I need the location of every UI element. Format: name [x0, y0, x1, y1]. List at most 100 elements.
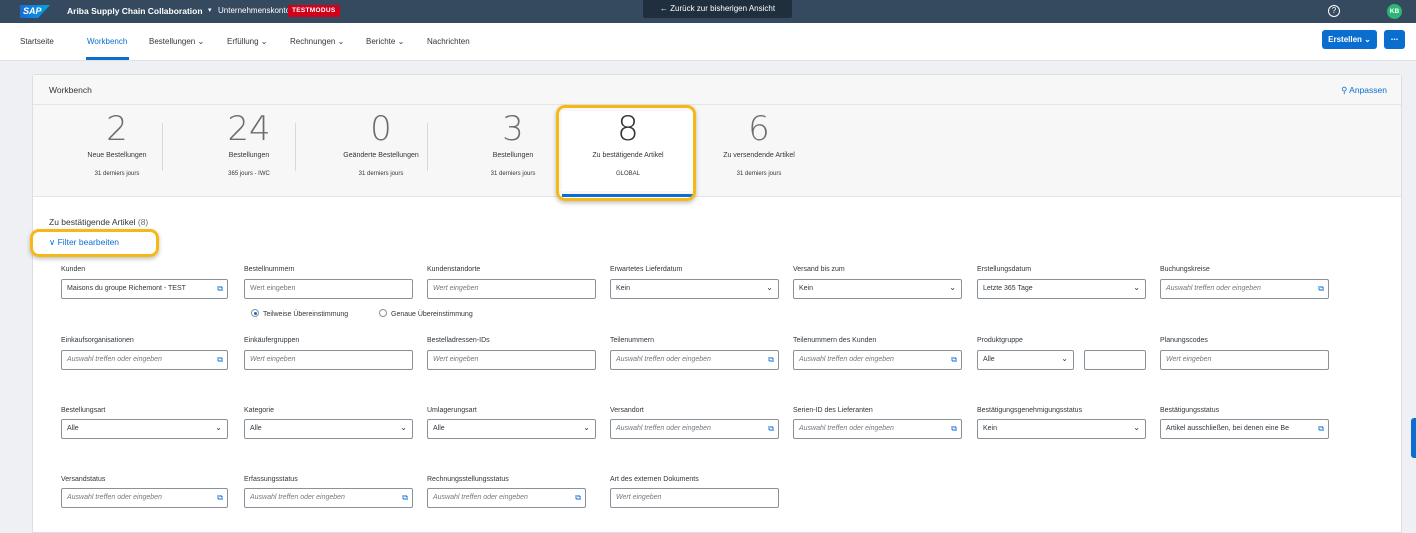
nav-orders[interactable]: Bestellungen ⌄: [149, 37, 204, 46]
capture-status-placeholder: Auswahl treffen oder eingeben: [250, 494, 345, 501]
product-group-select[interactable]: Alle ⌄: [977, 350, 1074, 370]
company-codes-field[interactable]: Auswahl treffen oder eingeben ⧉: [1160, 279, 1329, 299]
buyer-groups-label: Einkäufergruppen: [244, 337, 300, 344]
planning-codes-input[interactable]: Wert eingeben: [1160, 350, 1329, 370]
value-help-icon[interactable]: ⧉: [575, 489, 581, 507]
shipping-status-field[interactable]: Auswahl treffen oder eingeben ⧉: [61, 488, 228, 508]
value-help-icon[interactable]: ⧉: [1318, 280, 1324, 298]
more-actions-button[interactable]: ...: [1384, 30, 1405, 49]
account-label: Unternehmenskonto: [218, 6, 291, 15]
tile-count: 2: [106, 109, 128, 149]
invoicing-status-field[interactable]: Auswahl treffen oder eingeben ⧉: [427, 488, 586, 508]
shipping-status-placeholder: Auswahl treffen oder eingeben: [67, 494, 162, 501]
approval-status-select[interactable]: Kein ⌄: [977, 419, 1146, 439]
customer-part-numbers-field[interactable]: Auswahl treffen oder eingeben ⧉: [793, 350, 962, 370]
value-help-icon[interactable]: ⧉: [768, 351, 774, 369]
create-button[interactable]: Erstellen ⌄: [1322, 30, 1377, 49]
chevron-down-icon: ⌄: [1061, 354, 1068, 363]
chevron-down-icon: ⌄: [1133, 283, 1140, 292]
order-numbers-placeholder: Wert eingeben: [250, 285, 296, 292]
creation-date-select[interactable]: Letzte 365 Tage ⌄: [977, 279, 1146, 299]
app-title[interactable]: Ariba Supply Chain Collaboration: [67, 6, 203, 16]
side-panel-tab[interactable]: [1411, 418, 1416, 458]
value-help-icon[interactable]: ⧉: [217, 351, 223, 369]
buyer-groups-input[interactable]: Wert eingeben: [244, 350, 413, 370]
tile-label: Zu versendende Artikel: [723, 152, 795, 159]
customers-field[interactable]: Maisons du groupe Richemont - TEST ⧉: [61, 279, 228, 299]
external-doc-type-label: Art des externen Dokuments: [610, 476, 699, 483]
tile-label: Neue Bestellungen: [87, 152, 147, 159]
creation-date-label: Erstellungsdatum: [977, 266, 1032, 273]
test-mode-badge: TESTMODUS: [288, 5, 340, 17]
nav-messages[interactable]: Nachrichten: [427, 37, 470, 46]
value-help-icon[interactable]: ⧉: [951, 351, 957, 369]
product-group-text-input[interactable]: [1084, 350, 1146, 370]
buyer-groups-placeholder: Wert eingeben: [250, 356, 296, 363]
order-type-select[interactable]: Alle ⌄: [61, 419, 228, 439]
expected-delivery-value: Kein: [616, 285, 631, 292]
sap-logo[interactable]: SAP: [20, 5, 50, 18]
main-navigation: Startseite Workbench Bestellungen ⌄ Erfü…: [0, 23, 1416, 61]
order-address-ids-input[interactable]: Wert eingeben: [427, 350, 596, 370]
capture-status-field[interactable]: Auswahl treffen oder eingeben ⧉: [244, 488, 413, 508]
workbench-header: Workbench ⚲ Anpassen: [33, 75, 1401, 105]
category-select[interactable]: Alle ⌄: [244, 419, 413, 439]
nav-home[interactable]: Startseite: [20, 37, 54, 46]
value-help-icon[interactable]: ⧉: [402, 489, 408, 507]
order-numbers-input[interactable]: Wert eingeben: [244, 279, 413, 299]
tile-new-orders[interactable]: 2 Neue Bestellungen 31 derniers jours: [51, 111, 183, 191]
capture-status-label: Erfassungsstatus: [244, 476, 298, 483]
product-group-label: Produktgruppe: [977, 337, 1023, 344]
match-exact-radio[interactable]: Genaue Übereinstimmung: [379, 309, 473, 318]
purchasing-orgs-field[interactable]: Auswahl treffen oder eingeben ⧉: [61, 350, 228, 370]
customers-value: Maisons du groupe Richemont - TEST: [67, 285, 186, 292]
value-help-icon[interactable]: ⧉: [217, 489, 223, 507]
customer-locations-input[interactable]: Wert eingeben: [427, 279, 596, 299]
external-doc-type-input[interactable]: Wert eingeben: [610, 488, 779, 508]
approval-status-label: Bestätigungsgenehmigungsstatus: [977, 407, 1083, 414]
tile-period: 31 derniers jours: [358, 171, 404, 177]
confirmation-status-field[interactable]: Artikel ausschließen, bei denen eine Be …: [1160, 419, 1329, 439]
customer-locations-label: Kundenstandorte: [427, 266, 481, 273]
nav-invoices[interactable]: Rechnungen ⌄: [290, 37, 344, 46]
customer-locations-placeholder: Wert eingeben: [433, 285, 479, 292]
value-help-icon[interactable]: ⧉: [217, 280, 223, 298]
tile-items-to-ship[interactable]: 6 Zu versendende Artikel 31 derniers jou…: [693, 111, 825, 191]
purchasing-orgs-placeholder: Auswahl treffen oder eingeben: [67, 356, 162, 363]
order-type-value: Alle: [67, 425, 79, 432]
help-icon[interactable]: ?: [1328, 5, 1340, 17]
tile-divider: [162, 123, 163, 171]
part-numbers-field[interactable]: Auswahl treffen oder eingeben ⧉: [610, 350, 779, 370]
expected-delivery-select[interactable]: Kein ⌄: [610, 279, 779, 299]
transfer-type-label: Umlagerungsart: [427, 407, 477, 414]
back-to-previous-view-button[interactable]: ← Zurück zur bisherigen Ansicht: [643, 0, 792, 18]
customers-label: Kunden: [61, 266, 86, 273]
ship-from-field[interactable]: Auswahl treffen oder eingeben ⧉: [610, 419, 779, 439]
invoicing-status-placeholder: Auswahl treffen oder eingeben: [433, 494, 528, 501]
transfer-type-select[interactable]: Alle ⌄: [427, 419, 596, 439]
nav-workbench[interactable]: Workbench: [87, 37, 127, 46]
supplier-serial-id-field[interactable]: Auswahl treffen oder eingeben ⧉: [793, 419, 962, 439]
user-avatar[interactable]: KB: [1387, 4, 1402, 19]
nav-fulfillment[interactable]: Erfüllung ⌄: [227, 37, 268, 46]
tile-period: 365 jours - IWC: [228, 171, 270, 177]
order-type-label: Bestellungsart: [61, 407, 106, 414]
value-help-icon[interactable]: ⧉: [768, 420, 774, 438]
match-partial-label: Teilweise Übereinstimmung: [263, 311, 349, 318]
tile-highlight-frame: [556, 105, 696, 201]
invoicing-status-label: Rechnungsstellungsstatus: [427, 476, 509, 483]
expected-delivery-label: Erwartetes Lieferdatum: [610, 266, 683, 273]
supplier-serial-id-label: Serien-ID des Lieferanten: [793, 407, 873, 414]
results-title: Zu bestätigende Artikel: [49, 217, 136, 227]
nav-reports[interactable]: Berichte ⌄: [366, 37, 404, 46]
ship-by-select[interactable]: Kein ⌄: [793, 279, 962, 299]
app-switch-caret-icon[interactable]: ▾: [208, 6, 212, 14]
match-partial-radio[interactable]: Teilweise Übereinstimmung: [251, 309, 348, 318]
transfer-type-value: Alle: [433, 425, 445, 432]
customize-link[interactable]: ⚲ Anpassen: [1341, 85, 1387, 96]
company-codes-placeholder: Auswahl treffen oder eingeben: [1166, 285, 1261, 292]
external-doc-type-placeholder: Wert eingeben: [616, 494, 662, 501]
radio-selected-icon: [251, 309, 259, 317]
value-help-icon[interactable]: ⧉: [1316, 420, 1324, 438]
value-help-icon[interactable]: ⧉: [951, 420, 957, 438]
